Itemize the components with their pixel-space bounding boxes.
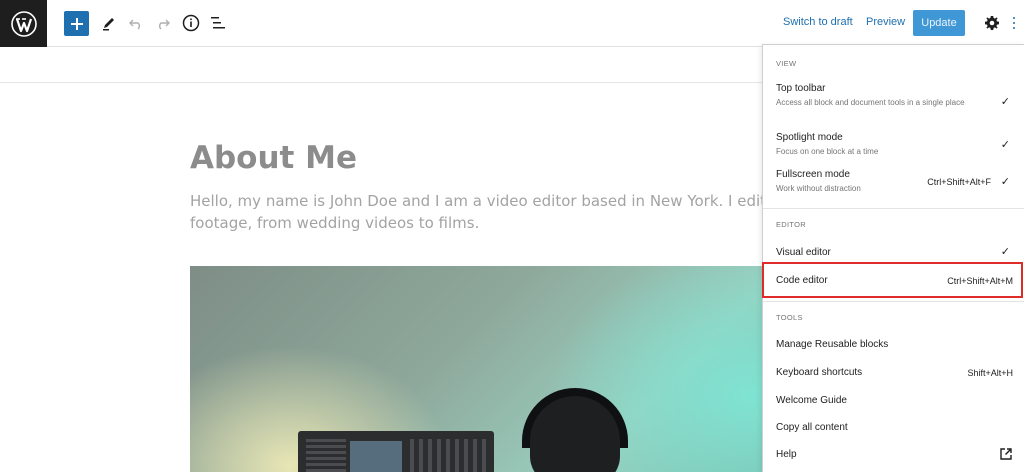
menu-item-keyboard-shortcuts[interactable]: Keyboard shortcuts Shift+Alt+H (763, 367, 1024, 378)
menu-section-view: VIEW (776, 59, 797, 68)
checkmark-icon: ✓ (1000, 246, 1010, 258)
preview-button[interactable]: Preview (866, 16, 905, 28)
shortcut-label: Shift+Alt+H (967, 368, 1013, 378)
redo-icon (159, 19, 170, 30)
checkmark-icon: ✓ (1000, 96, 1010, 108)
menu-item-label: Help (776, 449, 797, 460)
post-paragraph[interactable]: Hello, my name is John Doe and I am a vi… (190, 190, 810, 234)
external-link-icon (1000, 448, 1012, 460)
menu-item-visual-editor[interactable]: Visual editor ✓ (763, 246, 1024, 258)
menu-item-description: Focus on one block at a time (776, 147, 879, 156)
menu-divider (763, 208, 1024, 209)
menu-item-spotlight-mode[interactable]: Spotlight mode Focus on one block at a t… (763, 132, 1024, 157)
redo-button[interactable] (152, 12, 174, 34)
menu-item-label: Welcome Guide (776, 395, 847, 406)
list-view-button[interactable] (207, 12, 229, 34)
info-icon (182, 14, 200, 32)
menu-item-label: Top toolbar (776, 83, 826, 94)
headphones-image-detail (522, 388, 628, 448)
monitor-image-detail (298, 431, 494, 472)
menu-item-label: Spotlight mode (776, 132, 843, 143)
list-view-icon (211, 17, 225, 29)
undo-icon (129, 19, 140, 30)
pencil-icon (103, 18, 114, 31)
checkmark-icon: ✓ (1000, 139, 1010, 151)
menu-item-copy-all-content[interactable]: Copy all content (763, 422, 1024, 433)
more-options-icon[interactable] (1010, 13, 1018, 33)
menu-section-tools: TOOLS (776, 313, 803, 322)
shortcut-label: Ctrl+Shift+Alt+F (927, 177, 991, 187)
undo-button[interactable] (125, 12, 147, 34)
image-block[interactable] (190, 266, 830, 472)
checkmark-icon: ✓ (1000, 176, 1010, 188)
code-editor-highlight (762, 262, 1023, 298)
menu-item-help[interactable]: Help (763, 448, 1024, 460)
menu-item-label: Manage Reusable blocks (776, 339, 889, 350)
details-button[interactable] (180, 12, 202, 34)
menu-item-welcome-guide[interactable]: Welcome Guide (763, 395, 1024, 406)
menu-item-label: Copy all content (776, 422, 848, 433)
gear-icon (985, 16, 999, 30)
switch-to-draft-button[interactable]: Switch to draft (783, 16, 853, 28)
menu-item-fullscreen-mode[interactable]: Fullscreen mode Work without distraction… (763, 169, 1024, 194)
menu-item-description: Access all block and document tools in a… (776, 98, 965, 107)
add-block-button[interactable] (64, 11, 89, 36)
menu-divider (763, 301, 1024, 302)
settings-button[interactable] (982, 13, 1002, 33)
post-title[interactable]: About Me (190, 140, 810, 176)
editor-header: Switch to draft Preview Update (0, 0, 1024, 47)
options-menu: VIEW Top toolbar Access all block and do… (762, 44, 1024, 472)
post-content: About Me Hello, my name is John Doe and … (190, 140, 810, 234)
wordpress-logo-icon[interactable] (0, 0, 47, 47)
menu-item-manage-reusable-blocks[interactable]: Manage Reusable blocks (763, 339, 1024, 350)
menu-item-top-toolbar[interactable]: Top toolbar Access all block and documen… (763, 83, 1024, 108)
update-button[interactable]: Update (913, 10, 965, 36)
plus-icon (70, 17, 83, 30)
menu-item-label: Visual editor (776, 247, 831, 258)
tools-button[interactable] (98, 12, 120, 34)
menu-section-editor: EDITOR (776, 220, 806, 229)
